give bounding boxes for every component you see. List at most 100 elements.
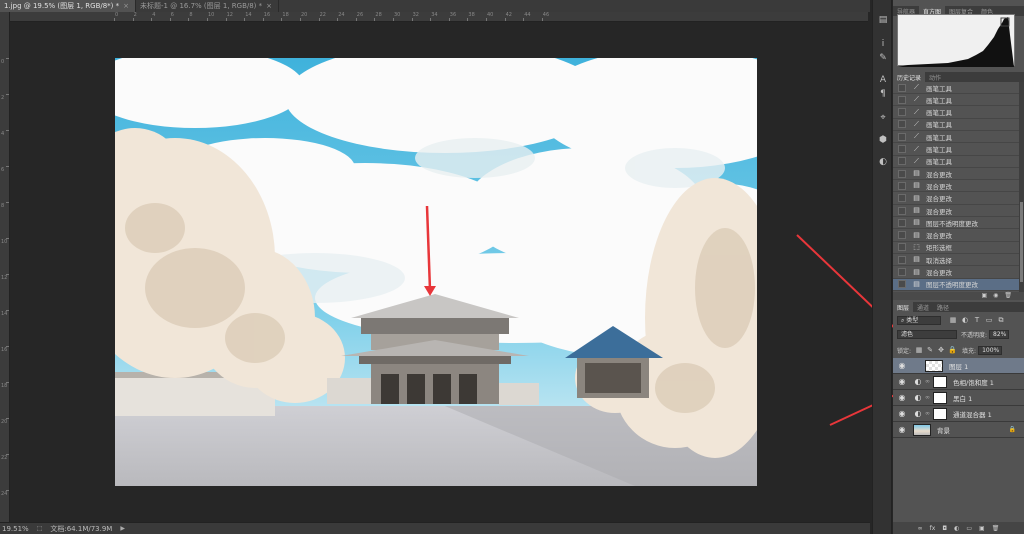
history-source-checkbox[interactable] xyxy=(898,181,906,190)
zoom-level[interactable]: 19.51% xyxy=(2,525,29,533)
history-source-checkbox[interactable] xyxy=(898,194,906,203)
brush-icon[interactable]: ✎ xyxy=(877,52,889,64)
trash-icon[interactable]: 🗑 xyxy=(992,525,1000,532)
layer-filter-select[interactable]: ⌕ 类型 xyxy=(897,315,941,325)
ruler-left[interactable]: 0 2 4 6 8 10 12 14 16 18 20 22 24 xyxy=(0,12,10,522)
navigator-icon[interactable]: ⌖ xyxy=(877,112,889,124)
history-item[interactable]: ▤ 取消选择 xyxy=(893,254,1019,267)
history-list[interactable]: ⟋ 画笔工具 ⟋ 画笔工具 ⟋ 画笔工具 ⟋ 画笔工具 ⟋ 画笔工具 ⟋ 画笔工具 ⟋ 画笔工具 ▤ 混合更改… xyxy=(893,82,1019,292)
layers-list[interactable]: ◉ 图层 1 ◉ ◐ ∞ 色相/饱和度 1 ◉ ◐ ∞ 黑白 1 ◉ ◐ ∞ 通… xyxy=(893,358,1024,442)
history-source-checkbox[interactable] xyxy=(898,157,906,166)
camera-snapshot-icon[interactable]: ◉ xyxy=(993,292,998,300)
history-source-checkbox[interactable] xyxy=(898,243,906,252)
filter-adjustment-icon[interactable]: ◐ xyxy=(961,316,969,324)
history-item[interactable]: ⬚ 矩形选框 xyxy=(893,242,1019,254)
tab-layers[interactable]: 图层 xyxy=(893,302,914,312)
history-source-checkbox[interactable] xyxy=(898,255,906,264)
canvas-area[interactable] xyxy=(11,23,868,522)
paragraph-icon[interactable]: ¶ xyxy=(877,88,889,100)
tab-actions[interactable]: 动作 xyxy=(925,72,945,82)
new-layer-icon[interactable]: ▣ xyxy=(979,525,985,532)
trash-icon[interactable]: 🗑 xyxy=(1004,292,1012,300)
visibility-eye-icon[interactable]: ◉ xyxy=(897,361,907,370)
lock-move-icon[interactable]: ✥ xyxy=(937,346,945,354)
history-source-checkbox[interactable] xyxy=(898,132,906,141)
layer-row-layer1[interactable]: ◉ 图层 1 xyxy=(893,358,1024,374)
layer-row-channel-mixer[interactable]: ◉ ◐ ∞ 通道混合器 1 xyxy=(893,406,1024,422)
info-icon[interactable]: i xyxy=(877,38,889,50)
history-source-checkbox[interactable] xyxy=(898,120,906,129)
new-adjustment-icon[interactable]: ◐ xyxy=(954,525,959,532)
tab-paths[interactable]: 路径 xyxy=(933,302,953,312)
history-source-checkbox[interactable] xyxy=(898,83,906,92)
history-item[interactable]: ▤ 混合更改 xyxy=(893,267,1019,279)
chain-link-icon[interactable]: ∞ xyxy=(925,378,931,385)
status-menu-icon[interactable]: ⬚ xyxy=(37,525,43,532)
document-image[interactable] xyxy=(115,58,757,486)
visibility-eye-icon[interactable]: ◉ xyxy=(897,393,907,402)
history-item[interactable]: ⟋ 画笔工具 xyxy=(893,131,1019,144)
history-item[interactable]: ▤ 混合更改 xyxy=(893,180,1019,193)
layer-row-background[interactable]: ◉ 背景 🔒 xyxy=(893,422,1024,438)
history-source-checkbox[interactable] xyxy=(898,169,906,178)
filter-shape-icon[interactable]: ▭ xyxy=(985,316,993,324)
history-source-checkbox[interactable] xyxy=(898,145,906,153)
history-source-checkbox[interactable] xyxy=(898,280,906,289)
history-item[interactable]: ▤ 图层不透明度更改 xyxy=(893,278,1019,291)
fill-input[interactable]: 100% xyxy=(978,345,1003,355)
history-item[interactable]: ⟋ 画笔工具 xyxy=(893,119,1019,131)
history-source-checkbox[interactable] xyxy=(898,95,906,104)
history-scrollbar[interactable] xyxy=(1019,82,1024,292)
filter-pixel-icon[interactable]: ▦ xyxy=(949,316,957,324)
lock-transparent-icon[interactable]: ▦ xyxy=(915,346,923,354)
chain-link-icon[interactable]: ∞ xyxy=(925,394,931,401)
close-icon[interactable]: × xyxy=(123,2,129,10)
status-arrow-icon[interactable]: ▶ xyxy=(120,525,125,532)
document-tab-2[interactable]: 未标题-1 @ 16.7% (图层 1, RGB/8) * × xyxy=(136,0,280,12)
document-tab-1[interactable]: 1.jpg @ 19.5% (图层 1, RGB/8*) * × xyxy=(0,0,137,12)
history-source-checkbox[interactable] xyxy=(898,206,906,215)
history-item[interactable]: ⟋ 画笔工具 xyxy=(893,94,1019,107)
filter-type-icon[interactable]: T xyxy=(973,316,981,324)
history-item[interactable]: ▤ 混合更改 xyxy=(893,168,1019,181)
history-item[interactable]: ▤ 混合更改 xyxy=(893,193,1019,205)
history-item[interactable]: ▤ 混合更改 xyxy=(893,230,1019,242)
tab-history[interactable]: 历史记录 xyxy=(893,72,926,82)
new-group-icon[interactable]: ▭ xyxy=(966,525,972,532)
layer-mask-thumbnail[interactable] xyxy=(933,391,947,404)
history-source-checkbox[interactable] xyxy=(898,268,906,276)
history-item[interactable]: ▤ 混合更改 xyxy=(893,205,1019,217)
history-scroll-thumb[interactable] xyxy=(1020,202,1023,282)
blend-mode-select[interactable]: 滤色 xyxy=(897,329,957,339)
history-source-checkbox[interactable] xyxy=(898,218,906,227)
visibility-eye-icon[interactable]: ◉ xyxy=(897,425,907,434)
history-item[interactable]: ⟋ 画笔工具 xyxy=(893,107,1019,119)
histogram-toggle-icon[interactable]: ▤ xyxy=(877,14,889,26)
link-layers-icon[interactable]: ∞ xyxy=(918,525,923,532)
chain-link-icon[interactable]: ∞ xyxy=(925,410,931,417)
new-document-from-state-icon[interactable]: ▣ xyxy=(981,292,987,300)
opacity-input[interactable]: 82% xyxy=(989,329,1010,339)
layer-mask-thumbnail[interactable] xyxy=(933,407,947,420)
ruler-top[interactable]: 0 2 4 6 8 10 12 14 16 18 20 22 24 26 28 30 32 34 36 38 40 42 4… xyxy=(10,12,868,22)
visibility-eye-icon[interactable]: ◉ xyxy=(897,409,907,418)
history-item[interactable]: ▤ 图层不透明度更改 xyxy=(893,217,1019,230)
close-icon[interactable]: × xyxy=(266,2,272,10)
color-icon[interactable]: ◐ xyxy=(877,156,889,168)
history-item[interactable]: ⟋ 画笔工具 xyxy=(893,156,1019,168)
history-source-checkbox[interactable] xyxy=(898,108,906,117)
layer-mask-thumbnail[interactable] xyxy=(933,375,947,388)
fx-icon[interactable]: fx xyxy=(930,525,936,532)
tab-channels[interactable]: 通道 xyxy=(913,302,933,312)
3d-icon[interactable]: ⬢ xyxy=(877,134,889,146)
layer-row-hue-saturation[interactable]: ◉ ◐ ∞ 色相/饱和度 1 xyxy=(893,374,1024,390)
layer-row-black-white[interactable]: ◉ ◐ ∞ 黑白 1 xyxy=(893,390,1024,406)
lock-all-icon[interactable]: 🔒 xyxy=(948,346,957,354)
history-item[interactable]: ⟋ 画笔工具 xyxy=(893,144,1019,156)
history-item[interactable]: ⟋ 画笔工具 xyxy=(893,82,1019,94)
lock-paint-icon[interactable]: ✎ xyxy=(926,346,934,354)
filter-smart-object-icon[interactable]: ⧉ xyxy=(997,316,1005,324)
history-source-checkbox[interactable] xyxy=(898,231,906,240)
character-icon[interactable]: A xyxy=(877,74,889,86)
visibility-eye-icon[interactable]: ◉ xyxy=(897,377,907,386)
